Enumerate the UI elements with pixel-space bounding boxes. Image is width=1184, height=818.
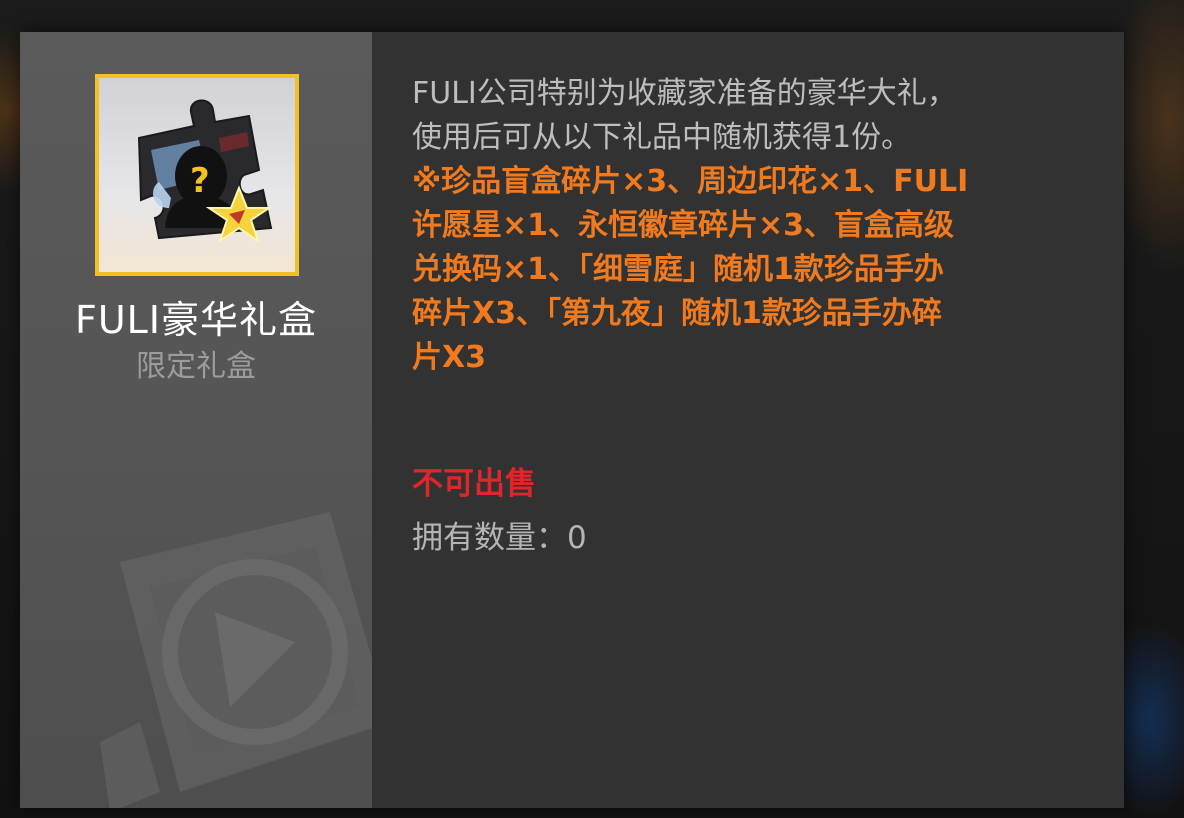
owned-count: 拥有数量：0	[412, 516, 587, 560]
shutter-logo-watermark-icon	[100, 512, 372, 808]
contents-line: 兑换码×1、「细雪庭」随机1款珍品手办	[412, 252, 944, 287]
description-line: 使用后可从以下礼品中随机获得1份。	[412, 120, 912, 155]
contents-line: ※珍品盲盒碎片×3、周边印花×1、FULI	[412, 164, 969, 199]
owned-count-value: 0	[567, 520, 587, 556]
description-line: FULI公司特别为收藏家准备的豪华大礼，	[412, 76, 957, 111]
svg-text:?: ?	[190, 161, 210, 201]
item-icon-frame: ?	[95, 74, 299, 276]
not-sellable-label: 不可出售	[412, 466, 536, 502]
contents-line: 片X3	[412, 340, 487, 375]
item-type-label: 限定礼盒	[136, 349, 256, 384]
item-detail-dialog: ? FULI豪华礼盒 限定礼盒 FULI公司特别为收藏家准备的豪华大礼， 使用后…	[20, 32, 1124, 808]
mystery-puzzle-gift-icon: ?	[137, 99, 273, 244]
owned-count-label: 拥有数量：	[412, 520, 567, 556]
item-name: FULI豪华礼盒	[74, 298, 318, 342]
item-description: FULI公司特别为收藏家准备的豪华大礼， 使用后可从以下礼品中随机获得1份。 ※…	[412, 72, 1102, 380]
contents-line: 碎片X3、「第九夜」随机1款珍品手办碎	[412, 296, 942, 331]
contents-line: 许愿星×1、永恒徽章碎片×3、盲盒高级	[412, 208, 955, 243]
item-preview-panel: ? FULI豪华礼盒 限定礼盒	[20, 32, 372, 808]
